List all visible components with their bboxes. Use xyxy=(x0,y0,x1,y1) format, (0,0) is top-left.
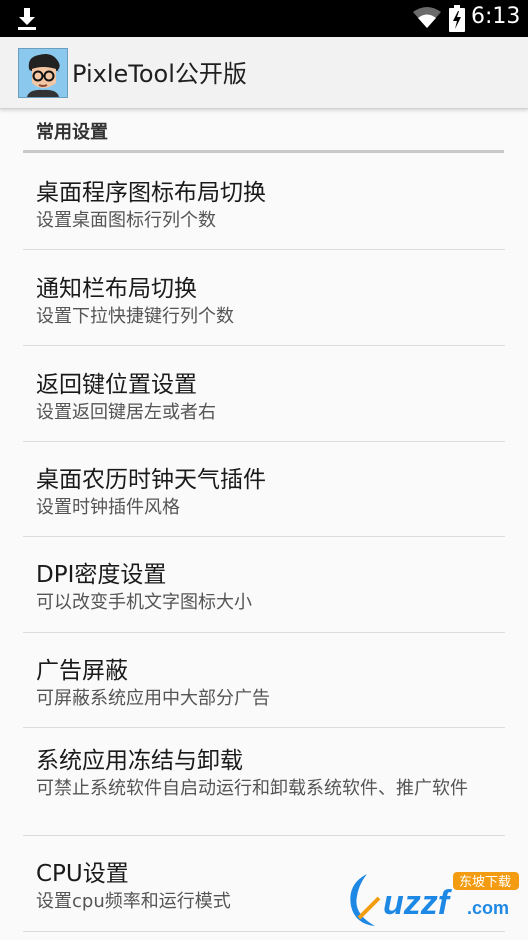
list-item-subtitle: 设置时钟插件风格 xyxy=(36,497,180,518)
list-item-title: 通知栏布局切换 xyxy=(36,276,197,302)
settings-list: 桌面程序图标布局切换 设置桌面图标行列个数 通知栏布局切换 设置下拉快捷键行列个… xyxy=(0,153,528,932)
watermark-badge: 东坡下载 xyxy=(459,875,511,890)
wifi-icon xyxy=(413,7,441,28)
list-item-notification-layout[interactable]: 通知栏布局切换 设置下拉快捷键行列个数 xyxy=(0,250,528,346)
list-item-desktop-icon-layout[interactable]: 桌面程序图标布局切换 设置桌面图标行列个数 xyxy=(0,153,528,250)
list-item-title: 返回键位置设置 xyxy=(36,372,197,398)
list-item-title: DPI密度设置 xyxy=(36,562,167,588)
list-item-title: 系统应用冻结与卸载 xyxy=(36,748,243,774)
list-item-title: CPU设置 xyxy=(36,861,129,887)
uzzf-watermark-logo: uzzf .com 东坡下载 xyxy=(345,870,521,930)
watermark-text: uzzf xyxy=(383,884,453,922)
list-item-subtitle: 可禁止系统软件自启动运行和卸载系统软件、推广软件 xyxy=(36,778,468,799)
list-item-subtitle: 设置桌面图标行列个数 xyxy=(36,210,216,231)
section-header: 常用设置 xyxy=(36,122,108,143)
status-time: 6:13 xyxy=(471,4,521,29)
list-item-subtitle: 可屏蔽系统应用中大部分广告 xyxy=(36,688,270,709)
battery-charging-icon xyxy=(449,5,465,32)
download-icon xyxy=(18,8,36,30)
list-item-ad-block[interactable]: 广告屏蔽 可屏蔽系统应用中大部分广告 xyxy=(0,633,528,728)
list-item-back-key-position[interactable]: 返回键位置设置 设置返回键居左或者右 xyxy=(0,346,528,442)
list-item-subtitle: 设置下拉快捷键行列个数 xyxy=(36,306,234,327)
list-item-title: 桌面农历时钟天气插件 xyxy=(36,467,266,493)
list-item-lunar-clock-widget[interactable]: 桌面农历时钟天气插件 设置时钟插件风格 xyxy=(0,442,528,537)
status-bar: 6:13 xyxy=(0,0,528,37)
list-item-freeze-uninstall[interactable]: 系统应用冻结与卸载 可禁止系统软件自启动运行和卸载系统软件、推广软件 xyxy=(0,728,528,836)
list-item-subtitle: 设置返回键居左或者右 xyxy=(36,402,216,423)
list-item-title: 广告屏蔽 xyxy=(36,658,128,684)
list-item-dpi-setting[interactable]: DPI密度设置 可以改变手机文字图标大小 xyxy=(0,537,528,633)
app-bar: PixleTool公开版 xyxy=(0,37,528,109)
app-title: PixleTool公开版 xyxy=(72,60,247,88)
list-divider xyxy=(23,931,505,932)
watermark-suffix: .com xyxy=(467,898,509,918)
list-item-title: 桌面程序图标布局切换 xyxy=(36,180,266,206)
list-item-subtitle: 可以改变手机文字图标大小 xyxy=(36,592,252,613)
cartoon-avatar-icon xyxy=(18,48,68,98)
